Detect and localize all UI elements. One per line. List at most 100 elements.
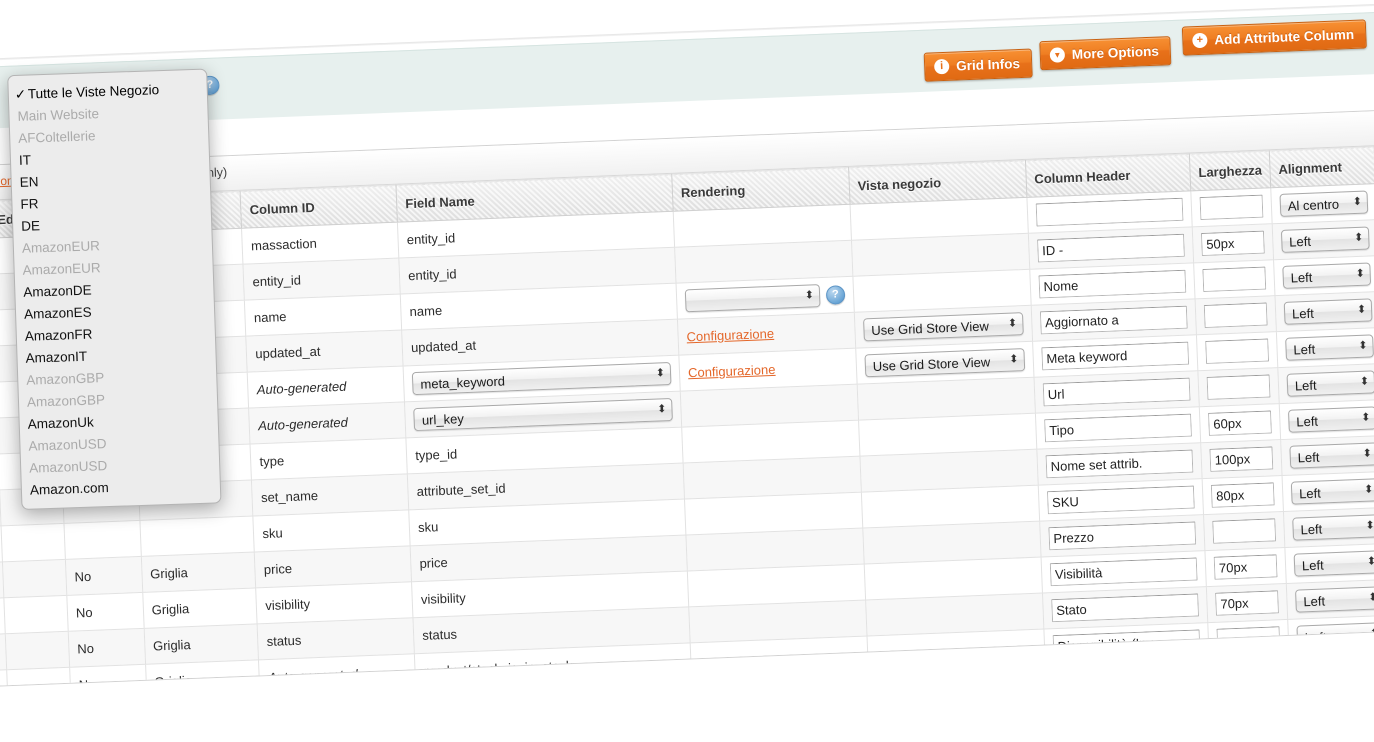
column-header-input[interactable] [1035,198,1183,227]
cell-width[interactable] [1201,440,1282,479]
column-width-input[interactable] [1215,590,1279,615]
header-column-id[interactable]: Column ID [240,185,397,228]
store-view-select[interactable]: Use Grid Store View [863,312,1024,341]
store-item-label: AmazonUSD [28,436,106,454]
cell-width[interactable] [1196,332,1277,371]
cell-alignment[interactable]: Left [1276,328,1374,368]
column-width-input[interactable] [1212,518,1276,543]
cell-column-header[interactable] [1044,623,1209,665]
column-header-input[interactable] [1040,306,1188,335]
cell-width[interactable] [1198,368,1279,407]
cell-alignment[interactable]: Left [1283,507,1374,547]
column-header-input[interactable] [1045,450,1193,479]
column-header-input[interactable] [1051,593,1199,622]
store-view-select[interactable]: Use Grid Store View [864,348,1025,377]
alignment-select[interactable]: Left [1286,370,1374,396]
cell-type: Griglia [144,624,259,664]
cell-width[interactable] [1192,224,1273,263]
cell-width[interactable] [1193,260,1274,299]
column-header-input[interactable] [1037,234,1185,263]
cell-alignment[interactable]: Left [1272,220,1374,260]
alignment-select[interactable]: Left [1291,478,1374,504]
rendering-select[interactable] [685,284,821,312]
cell-rendering [690,636,868,679]
table-row[interactable]: qtyConfigurazioneUse Grid Store ViewLeft [0,681,1374,688]
cell-column-id: price [255,546,412,588]
column-width-input[interactable] [1206,374,1270,399]
column-header-input[interactable] [1038,270,1186,299]
cell-alignment[interactable]: Left [1273,256,1374,296]
cell-width[interactable] [1199,404,1280,443]
column-width-input[interactable] [1202,267,1266,292]
cell-alignment[interactable]: Al centro [1271,184,1374,224]
column-header-input[interactable] [1052,629,1200,658]
cell-column-id: status [257,618,414,660]
column-width-input[interactable] [1211,482,1275,507]
column-header-input[interactable] [1047,486,1195,515]
cell-column-id: Auto-generated [248,366,405,408]
cell-width[interactable] [1203,512,1284,551]
column-width-input[interactable] [1218,662,1282,687]
column-width-input[interactable] [1204,303,1268,328]
rendering-help-icon[interactable]: ? [826,285,846,305]
cell-alignment[interactable]: Left [1286,579,1374,619]
column-width-input[interactable] [1209,446,1273,471]
cell-alignment[interactable]: Left [1282,471,1374,511]
cell-alignment[interactable]: Left [1289,651,1374,687]
cell-alignment[interactable]: Left [1275,292,1374,332]
store-view-dropdown[interactable]: ✓Tutte le Viste NegozioMain WebsiteAFCol… [7,69,221,510]
alignment-select[interactable]: Left [1293,550,1374,576]
cell-edit [2,559,67,597]
column-width-input[interactable] [1208,410,1272,435]
column-width-input[interactable] [1216,626,1280,651]
header-column-header[interactable]: Column Header [1025,154,1191,197]
grid-infos-button[interactable]: i Grid Infos [924,49,1033,82]
alignment-select[interactable]: Left [1289,442,1374,468]
more-options-button[interactable]: ▼ More Options [1039,36,1171,70]
rendering-configuration-link[interactable]: Configurazione [686,326,774,344]
cell-width[interactable] [1208,619,1289,658]
alignment-select[interactable]: Left [1296,622,1374,648]
column-header-input[interactable] [1042,378,1190,407]
column-header-input[interactable] [1054,665,1202,687]
cell-alignment[interactable]: Left [1285,543,1374,583]
column-width-input[interactable] [1199,195,1263,220]
cell-alignment[interactable]: Left [1281,435,1374,475]
alignment-select[interactable]: Left [1288,406,1374,432]
cell-width[interactable] [1195,296,1276,335]
column-header-input[interactable] [1049,557,1197,586]
alignment-select[interactable]: Left [1282,262,1371,288]
alignment-select[interactable]: Left [1298,658,1374,684]
header-width[interactable]: Larghezza [1189,151,1270,191]
field-name-select[interactable]: meta_keyword [412,362,672,395]
alignment-select[interactable]: Left [1285,334,1374,360]
column-width-input[interactable] [1205,338,1269,363]
cell-column-id: name [245,294,402,336]
cell-alignment[interactable]: Left [1278,364,1374,404]
cell-width[interactable] [1202,476,1283,515]
field-name-select[interactable]: url_key [413,398,673,431]
cell-alignment[interactable]: Left [1279,399,1374,439]
cell-alignment[interactable]: Left [1288,615,1374,655]
cell-width[interactable] [1205,548,1286,587]
alignment-select[interactable]: Left [1295,586,1374,612]
rendering-configuration-link[interactable]: Configurazione [688,362,776,380]
alignment-select[interactable]: Left [1292,514,1374,540]
store-item-label: AmazonDE [23,282,92,299]
cell-column-header[interactable] [1045,659,1210,688]
column-header-input[interactable] [1048,522,1196,551]
header-alignment[interactable]: Alignment [1269,147,1374,188]
cell-no [64,520,141,559]
alignment-select[interactable]: Left [1281,226,1370,252]
column-width-input[interactable] [1214,554,1278,579]
cell-width[interactable] [1206,583,1287,622]
cell-width[interactable] [1209,655,1290,687]
alignment-select[interactable]: Al centro [1279,190,1368,216]
alignment-select[interactable]: Left [1284,298,1373,324]
column-header-input[interactable] [1041,342,1189,371]
cell-type: Griglia [142,588,257,628]
column-header-input[interactable] [1044,414,1192,443]
column-width-input[interactable] [1201,231,1265,256]
store-item-label: AmazonEUR [22,238,100,256]
cell-width[interactable] [1191,188,1272,227]
